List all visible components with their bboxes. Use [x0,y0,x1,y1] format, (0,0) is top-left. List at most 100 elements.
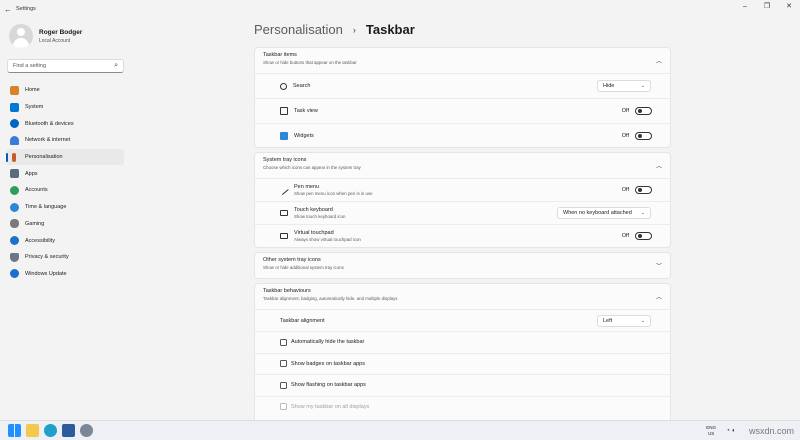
system-icon [10,102,19,112]
taskbar-items-header[interactable]: Taskbar items Show or hide buttons that … [255,48,670,73]
pen-icon [279,185,289,195]
sidebar-item-privacy[interactable]: Privacy & security [6,249,124,266]
back-arrow-icon[interactable]: ← [0,5,16,14]
all-displays-row: Show my taskbar on all displays [255,395,670,418]
sidebar-item-time-language[interactable]: Time & language [6,199,124,216]
dropdown-value: Left [603,317,613,324]
alignment-dropdown[interactable]: Left ⌄ [597,314,651,327]
start-icon[interactable] [8,424,21,437]
widgets-icon [280,132,288,140]
system-tray: ENG US ◔ ◖ wsxdn.com [706,421,800,440]
chevron-down-icon[interactable]: ﹀ [656,261,662,270]
apps-icon [10,169,19,179]
auto-hide-checkbox[interactable] [280,338,287,346]
behaviours-group: Taskbar behaviours Taskbar alignment, ba… [254,283,671,420]
widgets-toggle[interactable] [635,132,652,140]
other-tray-group[interactable]: Other system tray icons Show or hide add… [254,252,671,279]
minimize-icon[interactable]: – [734,0,756,18]
pen-menu-toggle[interactable] [635,186,652,194]
auto-hide-row[interactable]: Automatically hide the taskbar [255,331,670,353]
sidebar-item-system[interactable]: System [6,99,124,116]
edge-icon[interactable] [44,424,57,437]
toggle-state: Off [621,108,629,114]
row-description: Show touch keyboard icon [294,214,346,219]
chevron-up-icon[interactable]: ︿ [656,292,662,301]
user-profile[interactable]: Roger Bodger Local Account [9,24,82,48]
sidebar-item-accessibility[interactable]: Accessibility [6,232,124,249]
search-row: Search Hide ⌄ [255,73,670,98]
tray-icons-header[interactable]: System tray icons Choose which icons can… [255,153,670,178]
taskbar-items-group: Taskbar items Show or hide buttons that … [254,47,671,148]
account-type: Local Account [39,37,71,44]
flashing-checkbox[interactable] [280,381,287,389]
restore-icon[interactable]: ❐ [756,0,778,18]
checkbox-label: Show badges on taskbar apps [291,360,365,367]
search-mode-dropdown[interactable]: Hide ⌄ [597,80,651,92]
row-label: Widgets [294,133,314,139]
store-icon[interactable] [62,424,75,437]
sidebar-item-accounts[interactable]: Accounts [6,182,124,199]
row-label: Taskbar alignment [280,317,325,324]
page-title: Taskbar [365,22,415,37]
shield-icon [10,252,19,262]
sidebar-item-label: Bluetooth & devices [25,120,74,127]
accessibility-icon [10,236,19,246]
virtual-touchpad-row: Virtual touchpad Always show virtual touc… [255,224,670,247]
task-view-row: Task view Off [255,98,670,123]
watermark: wsxdn.com [748,426,794,436]
chevron-up-icon[interactable]: ︿ [656,161,662,170]
keyboard-icon [280,210,288,216]
window-controls: – ❐ ✕ [734,0,800,18]
sidebar-item-label: Apps [25,170,38,177]
language-indicator[interactable]: ENG US [706,425,716,437]
virtual-touchpad-toggle[interactable] [635,232,652,240]
search-icon: ⌕ [114,62,118,69]
avatar [9,24,33,48]
sidebar-item-label: Gaming [25,220,45,227]
search-input[interactable]: Find a setting ⌕ [7,59,124,73]
task-view-toggle[interactable] [635,107,652,115]
chevron-down-icon: ⌄ [640,317,645,324]
sidebar-item-label: Network & internet [25,137,71,144]
sidebar-item-gaming[interactable]: Gaming [6,216,124,233]
group-title: Other system tray icons [263,257,321,263]
file-explorer-icon[interactable] [26,424,39,437]
search-placeholder: Find a setting [13,63,47,69]
group-subtitle: Show or hide buttons that appear on the … [263,60,357,65]
network-volume-icons[interactable]: ◔ ◖ [726,428,735,434]
flashing-row[interactable]: Show flashing on taskbar apps [255,374,670,396]
sidebar-item-label: Accounts [25,187,48,194]
badges-checkbox[interactable] [280,360,287,368]
chevron-down-icon: ⌄ [640,83,645,89]
close-icon[interactable]: ✕ [778,0,800,18]
all-displays-checkbox [280,403,287,411]
other-tray-header[interactable]: Other system tray icons Show or hide add… [255,253,670,278]
checkbox-label: Show my taskbar on all displays [291,403,370,410]
wifi-icon [10,135,19,145]
breadcrumb-parent[interactable]: Personalisation [254,22,343,37]
touchpad-icon [280,233,288,239]
sidebar-item-label: Privacy & security [25,254,69,261]
user-name: Roger Bodger [39,28,83,36]
update-icon [10,269,19,279]
touch-keyboard-dropdown[interactable]: When no keyboard attached ⌄ [557,207,651,219]
badges-row[interactable]: Show badges on taskbar apps [255,352,670,375]
alignment-row: Taskbar alignment Left ⌄ [255,309,670,331]
settings-icon[interactable] [80,424,93,437]
toggle-state: Off [621,187,629,193]
sidebar-item-bluetooth[interactable]: Bluetooth & devices [6,115,124,132]
sidebar-item-windows-update[interactable]: Windows Update [6,266,124,283]
sidebar-item-apps[interactable]: Apps [6,165,124,182]
row-label: Pen menu [294,184,320,190]
sidebar-item-label: Home [25,87,40,94]
sidebar-item-personalisation[interactable]: Personalisation [6,148,124,166]
sidebar-item-network[interactable]: Network & internet [6,132,124,149]
chevron-up-icon[interactable]: ︿ [656,56,662,65]
widgets-row: Widgets Off [255,123,670,148]
breadcrumb: Personalisation › Taskbar [254,22,415,37]
sidebar-item-label: System [25,104,44,111]
sidebar-item-home[interactable]: Home [6,82,124,99]
person-icon [10,185,19,195]
behaviours-header[interactable]: Taskbar behaviours Taskbar alignment, ba… [255,284,670,309]
bluetooth-icon [10,119,19,129]
